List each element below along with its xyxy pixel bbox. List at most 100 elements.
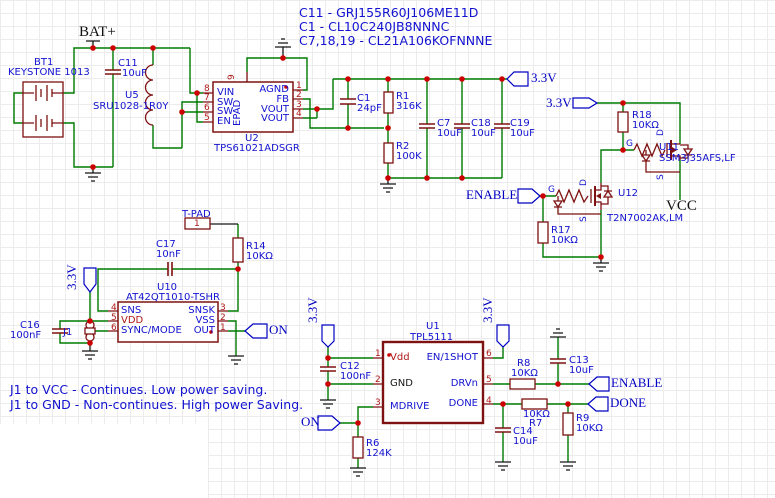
port-enable-out[interactable] <box>588 376 610 392</box>
note-bottom-1: J1 to VCC - Continues. Low power saving. <box>10 382 268 397</box>
label-r9-value: 10KΩ <box>576 423 603 434</box>
port-3v3-u1-right[interactable] <box>496 324 510 348</box>
port-enable-in[interactable] <box>517 188 541 204</box>
u2-pin6-num: 6 <box>204 103 210 113</box>
label-r14-value: 10KΩ <box>246 251 273 262</box>
port-label-3v3-feed[interactable]: 3.3V <box>546 96 572 110</box>
label-u12-value: T2N7002AK,LM <box>607 213 684 224</box>
port-on-in[interactable] <box>317 415 341 431</box>
u2-pin4-num: 4 <box>296 109 302 119</box>
u1-pin5-name: DRVn <box>450 378 478 389</box>
resistor-r7[interactable] <box>521 398 548 410</box>
capacitor-c11[interactable] <box>105 69 121 75</box>
u1-pin1-num: 1 <box>375 349 381 359</box>
resistor-r18[interactable] <box>617 111 629 133</box>
u2-pin9-num: 9 <box>227 74 237 80</box>
u11-drain-label: D <box>656 129 666 136</box>
u2-pin7-num: 7 <box>204 93 210 103</box>
u1-pin6-name: EN/1SHOT <box>426 352 478 363</box>
port-label-3v3-u10[interactable]: 3.3V <box>64 264 79 290</box>
wire[interactable] <box>228 269 239 312</box>
label-u11-value: SSM3J35AFS,LF <box>659 153 736 164</box>
net-label-bat-plus[interactable]: BAT+ <box>79 25 116 40</box>
port-3v3-u1-left[interactable] <box>321 324 335 348</box>
port-label-done[interactable]: DONE <box>610 396 646 410</box>
label-r18-value: 10KΩ <box>632 120 659 131</box>
u10-pin1-num: 1 <box>220 323 226 333</box>
label-u5-ref: U5 <box>125 90 139 101</box>
u10-pin1-name: OUT <box>193 325 215 336</box>
capacitor-c7[interactable] <box>419 123 435 129</box>
u1-pin3-num: 3 <box>375 398 381 408</box>
u2-pin4-name: VOUT <box>261 113 289 124</box>
mosfet-u12[interactable] <box>552 183 614 215</box>
port-label-3v3-out[interactable]: 3.3V <box>531 71 557 85</box>
label-c16-value: 100nF <box>10 330 42 341</box>
u12-gate-label: G <box>548 185 555 195</box>
port-label-enable-out[interactable]: ENABLE <box>611 376 662 390</box>
u10-pin2-num: 2 <box>220 313 226 323</box>
schematic-sheet: C11 - GRJ155R60J106ME11D C1 - CL10C240JB… <box>0 0 775 498</box>
label-u12-ref: U12 <box>618 188 639 199</box>
label-u1-value: TPL5111 <box>410 332 454 343</box>
wire[interactable] <box>228 320 245 356</box>
net-label-vcc[interactable]: VCC <box>666 199 697 214</box>
jumper-j1[interactable] <box>84 320 96 342</box>
port-3v3-u10[interactable] <box>83 267 97 293</box>
wire[interactable] <box>63 122 113 168</box>
port-label-3v3-u1-right[interactable]: 3.3V <box>480 297 495 323</box>
label-r6-value: 124K <box>366 448 392 459</box>
label-u11-ref: U11 <box>659 142 680 153</box>
capacitor-c14[interactable] <box>495 427 511 433</box>
resistor-r8[interactable] <box>509 378 536 390</box>
wire[interactable] <box>189 48 203 123</box>
ground-symbol <box>275 38 291 58</box>
u10-pin3-num: 3 <box>220 303 226 313</box>
port-on-out[interactable] <box>244 323 268 339</box>
port-3v3-feed[interactable] <box>572 97 599 109</box>
resistor-r17[interactable] <box>537 221 549 244</box>
u1-pin1-name: Vdd <box>390 352 410 363</box>
resistor-r1[interactable] <box>383 91 394 114</box>
resistor-r6[interactable] <box>352 436 364 459</box>
capacitor-c12[interactable] <box>320 366 336 372</box>
resistor-r2[interactable] <box>383 142 394 164</box>
wire[interactable] <box>13 92 23 124</box>
port-3v3-out[interactable] <box>506 71 529 87</box>
u2-pin5-num: 5 <box>204 113 210 123</box>
label-c18-value: 10uF <box>471 128 496 139</box>
battery-bt1[interactable] <box>22 81 64 138</box>
label-c13-value: 10uF <box>569 365 594 376</box>
u1-pin2-num: 2 <box>375 375 381 385</box>
label-c7-value: 10uF <box>437 128 462 139</box>
label-u5-value: SRU1028-1R0Y <box>93 101 169 112</box>
capacitor-c17[interactable] <box>167 262 173 276</box>
port-label-enable-in[interactable]: ENABLE <box>466 188 517 202</box>
wire[interactable] <box>600 149 634 183</box>
ground-symbol <box>320 399 336 409</box>
u1-pin4-num: 4 <box>486 396 492 406</box>
label-r1-value: 316K <box>396 101 422 112</box>
label-c1-value: 24pF <box>357 103 382 114</box>
port-label-on-in[interactable]: ON <box>301 415 320 429</box>
wire[interactable] <box>493 347 504 359</box>
label-r17-value: 10KΩ <box>551 235 578 246</box>
note-bottom-2: J1 to GND - Non-continues. High power Sa… <box>10 397 304 412</box>
capacitor-c13[interactable] <box>550 358 566 364</box>
capacitor-c19[interactable] <box>494 123 510 129</box>
capacitor-c1[interactable] <box>340 98 356 105</box>
resistor-r14[interactable] <box>232 237 244 263</box>
label-tpad-pin: 1 <box>194 219 200 229</box>
port-done[interactable] <box>587 396 609 412</box>
u10-pin4-num: 4 <box>111 303 117 313</box>
label-r8-value: 10KΩ <box>511 368 538 379</box>
u10-pin6-num: 6 <box>111 323 117 333</box>
wire[interactable] <box>152 48 203 149</box>
port-label-on-out[interactable]: ON <box>269 323 288 337</box>
port-label-3v3-u1-left[interactable]: 3.3V <box>305 297 320 323</box>
u1-pin5-num: 5 <box>486 375 492 385</box>
resistor-r9[interactable] <box>562 412 574 436</box>
label-bt1-value: KEYSTONE 1013 <box>8 67 90 78</box>
ground-symbol <box>550 328 566 338</box>
label-u2-value: TPS61021ADSGR <box>214 143 300 154</box>
